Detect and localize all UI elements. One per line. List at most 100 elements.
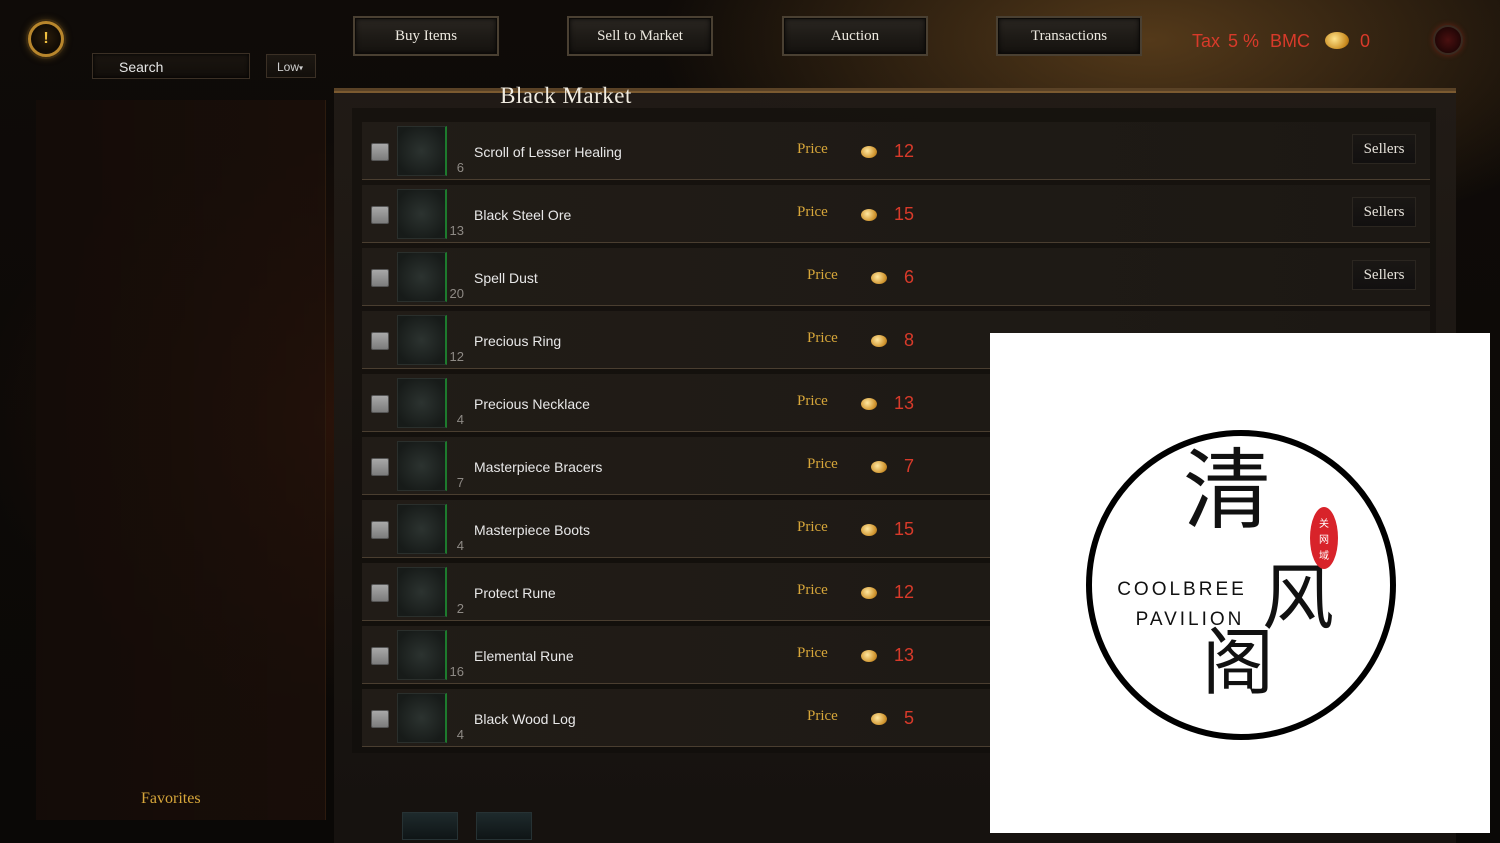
item-quantity: 4 bbox=[456, 538, 464, 553]
price-label: Price bbox=[807, 708, 838, 724]
item-name: Scroll of Lesser Healing bbox=[474, 144, 622, 160]
boots-icon bbox=[397, 504, 447, 554]
search-input[interactable] bbox=[119, 59, 239, 75]
auction-button[interactable]: Auction bbox=[782, 16, 928, 56]
item-quantity: 4 bbox=[456, 412, 464, 427]
seal-char-2: 网 bbox=[1319, 534, 1329, 546]
dust-icon bbox=[397, 252, 447, 302]
transactions-button[interactable]: Transactions bbox=[996, 16, 1142, 56]
search-field[interactable] bbox=[92, 53, 250, 79]
chevron-down-icon: ▾ bbox=[299, 63, 304, 73]
ring-icon bbox=[397, 315, 447, 365]
item-price: 15 bbox=[894, 519, 915, 539]
price-label: Price bbox=[797, 141, 828, 157]
item-price: 7 bbox=[904, 456, 915, 476]
item-price: 15 bbox=[894, 204, 915, 224]
coin-icon bbox=[861, 146, 877, 158]
coin-icon bbox=[871, 272, 887, 284]
price-label: Price bbox=[797, 582, 828, 598]
coin-icon bbox=[1325, 32, 1349, 49]
coin-icon bbox=[861, 524, 877, 536]
coin-icon bbox=[871, 335, 887, 347]
tax-indicator: Tax 5 % bbox=[1192, 31, 1259, 52]
item-price: 8 bbox=[904, 330, 915, 350]
favorites-tab[interactable]: Favorites bbox=[141, 790, 201, 808]
item-price: 12 bbox=[894, 141, 915, 161]
list-item[interactable]: 13 Black Steel Ore Price 15 Sellers bbox=[362, 185, 1430, 243]
rune-icon bbox=[397, 567, 447, 617]
item-quantity: 20 bbox=[449, 286, 464, 301]
logo-char-3: 阁 bbox=[1202, 621, 1274, 705]
sort-dropdown-value: Low bbox=[277, 60, 300, 74]
logo-line-1: COOLBREE bbox=[1117, 579, 1247, 600]
item-name: Precious Necklace bbox=[474, 396, 590, 412]
item-name: Elemental Rune bbox=[474, 648, 574, 664]
select-checkbox[interactable] bbox=[371, 458, 389, 476]
select-checkbox[interactable] bbox=[371, 332, 389, 350]
buy-items-button[interactable]: Buy Items bbox=[353, 16, 499, 56]
price-label: Price bbox=[797, 393, 828, 409]
select-checkbox[interactable] bbox=[371, 521, 389, 539]
select-checkbox[interactable] bbox=[371, 647, 389, 665]
coin-icon bbox=[861, 650, 877, 662]
price-label: Price bbox=[797, 204, 828, 220]
item-quantity: 4 bbox=[456, 727, 464, 742]
select-checkbox[interactable] bbox=[371, 710, 389, 728]
category-sidebar bbox=[36, 100, 326, 820]
item-slot[interactable] bbox=[402, 812, 458, 840]
coin-icon bbox=[861, 209, 877, 221]
item-price: 12 bbox=[894, 582, 915, 602]
item-name: Masterpiece Bracers bbox=[474, 459, 603, 475]
tax-value: 5 % bbox=[1228, 31, 1260, 51]
list-item[interactable]: 20 Spell Dust Price 6 Sellers bbox=[362, 248, 1430, 306]
page-title: Black Market bbox=[500, 83, 632, 108]
close-icon[interactable] bbox=[1433, 25, 1463, 55]
sell-to-market-button[interactable]: Sell to Market bbox=[567, 16, 713, 56]
item-quantity: 2 bbox=[456, 601, 464, 616]
orb-rune-icon bbox=[397, 630, 447, 680]
currency-balance: 0 bbox=[1360, 31, 1371, 51]
price-label: Price bbox=[807, 330, 838, 346]
seal-char-1: 关 bbox=[1319, 517, 1329, 530]
price-label: Price bbox=[807, 267, 838, 283]
necklace-icon bbox=[397, 378, 447, 428]
coin-icon bbox=[861, 587, 877, 599]
item-slot[interactable] bbox=[476, 812, 532, 840]
select-checkbox[interactable] bbox=[371, 143, 389, 161]
select-checkbox[interactable] bbox=[371, 206, 389, 224]
sellers-button[interactable]: Sellers bbox=[1352, 134, 1416, 164]
tax-label: Tax bbox=[1192, 31, 1221, 51]
select-checkbox[interactable] bbox=[371, 584, 389, 602]
item-name: Masterpiece Boots bbox=[474, 522, 590, 538]
logo-line-2: PAVILION bbox=[1136, 609, 1245, 630]
logo-char-1: 清 bbox=[1183, 439, 1271, 542]
sort-dropdown[interactable]: Low▾ bbox=[266, 54, 316, 78]
item-quantity: 13 bbox=[449, 223, 464, 238]
item-price: 5 bbox=[904, 708, 915, 728]
item-quantity: 16 bbox=[449, 664, 464, 679]
item-name: Spell Dust bbox=[474, 270, 538, 286]
coin-icon bbox=[861, 398, 877, 410]
bracers-icon bbox=[397, 441, 447, 491]
item-name: Precious Ring bbox=[474, 333, 562, 349]
scroll-icon bbox=[397, 126, 447, 176]
price-label: Price bbox=[797, 519, 828, 535]
sellers-button[interactable]: Sellers bbox=[1352, 260, 1416, 290]
item-price: 13 bbox=[894, 645, 915, 665]
price-label: Price bbox=[797, 645, 828, 661]
select-checkbox[interactable] bbox=[371, 395, 389, 413]
watermark-logo: 清 风 阁 COOLBREE PAVILION 关 网 域 bbox=[990, 333, 1490, 833]
coin-icon bbox=[871, 713, 887, 725]
item-name: Black Wood Log bbox=[474, 711, 576, 727]
sellers-button[interactable]: Sellers bbox=[1352, 197, 1416, 227]
list-item[interactable]: 6 Scroll of Lesser Healing Price 12 Sellers bbox=[362, 122, 1430, 180]
log-icon bbox=[397, 693, 447, 743]
coin-icon bbox=[871, 461, 887, 473]
currency-label: BMC bbox=[1270, 31, 1310, 51]
item-quantity: 6 bbox=[456, 160, 464, 175]
ore-icon bbox=[397, 189, 447, 239]
item-price: 13 bbox=[894, 393, 915, 413]
select-checkbox[interactable] bbox=[371, 269, 389, 287]
menu-coin-icon[interactable]: ! bbox=[28, 21, 64, 57]
item-price: 6 bbox=[904, 267, 915, 287]
